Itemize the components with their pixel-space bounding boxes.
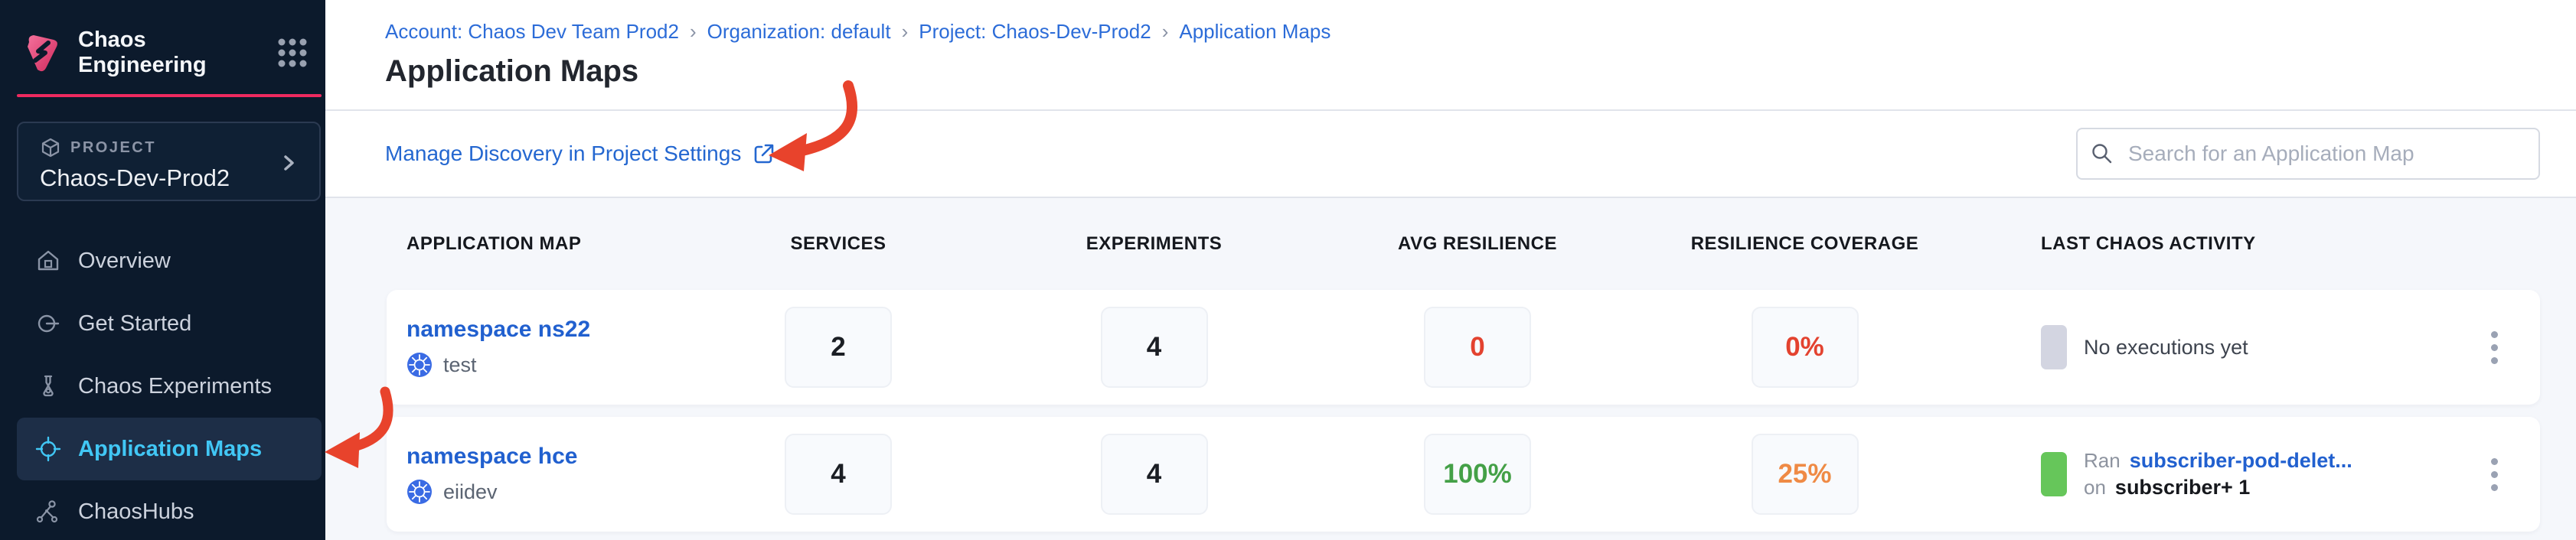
main-area: Account: Chaos Dev Team Prod2 › Organiza… bbox=[325, 0, 2576, 540]
sidebar-item-label: ChaosHubs bbox=[78, 499, 194, 525]
sidebar-item-chaos-experiments[interactable]: Chaos Experiments bbox=[17, 355, 322, 418]
app-title: Chaos Engineering bbox=[78, 28, 263, 78]
column-header-resilience-coverage: RESILIENCE COVERAGE bbox=[1642, 233, 1967, 255]
experiments-count-badge: 4 bbox=[1101, 307, 1208, 388]
column-header-application-map: APPLICATION MAP bbox=[387, 233, 681, 255]
breadcrumb-project[interactable]: Project: Chaos-Dev-Prod2 bbox=[919, 20, 1151, 44]
toolbar: Manage Discovery in Project Settings bbox=[325, 111, 2576, 198]
application-map-link[interactable]: namespace ns22 bbox=[406, 317, 681, 343]
manage-discovery-link[interactable]: Manage Discovery in Project Settings bbox=[385, 142, 776, 166]
project-selector[interactable]: PROJECT Chaos-Dev-Prod2 bbox=[17, 122, 321, 201]
column-header-last-chaos-activity: LAST CHAOS ACTIVITY bbox=[1967, 233, 2434, 255]
avg-resilience-badge: 0 bbox=[1424, 307, 1531, 388]
sidebar-item-label: Overview bbox=[78, 249, 171, 274]
activity-status-swatch bbox=[2041, 452, 2067, 496]
breadcrumb: Account: Chaos Dev Team Prod2 › Organiza… bbox=[385, 20, 2576, 44]
column-header-avg-resilience: AVG RESILIENCE bbox=[1313, 233, 1642, 255]
breadcrumb-organization[interactable]: Organization: default bbox=[707, 20, 891, 44]
avg-resilience-badge: 100% bbox=[1424, 434, 1531, 515]
flask-icon bbox=[35, 373, 61, 399]
breadcrumb-separator: › bbox=[690, 20, 697, 44]
breadcrumb-application-maps[interactable]: Application Maps bbox=[1179, 20, 1330, 44]
app-switcher-grid-icon[interactable] bbox=[276, 37, 309, 69]
activity-ran-label: Ran bbox=[2084, 449, 2121, 473]
application-maps-page: Chaos Engineering PROJECT Chaos-Dev-Prod… bbox=[0, 0, 2576, 540]
target-icon bbox=[35, 436, 61, 462]
manage-discovery-label: Manage Discovery in Project Settings bbox=[385, 142, 741, 166]
breadcrumb-separator: › bbox=[1162, 20, 1169, 44]
search-box bbox=[2076, 128, 2540, 180]
kubernetes-icon bbox=[406, 352, 433, 378]
page-header: Account: Chaos Dev Team Prod2 › Organiza… bbox=[325, 0, 2576, 111]
namespace-label: eiidev bbox=[443, 480, 498, 504]
activity-target: subscriber+ 1 bbox=[2115, 476, 2250, 499]
activity-on-label: on bbox=[2084, 476, 2106, 499]
application-map-link[interactable]: namespace hce bbox=[406, 444, 681, 470]
column-header-services: SERVICES bbox=[681, 233, 995, 255]
resilience-coverage-badge: 0% bbox=[1752, 307, 1859, 388]
sidebar-header: Chaos Engineering bbox=[0, 0, 325, 78]
row-menu-kebab-icon[interactable] bbox=[2483, 451, 2506, 499]
sidebar-item-get-started[interactable]: Get Started bbox=[17, 292, 322, 355]
row-menu-kebab-icon[interactable] bbox=[2483, 324, 2506, 372]
kubernetes-icon bbox=[406, 479, 433, 505]
table-row: namespace ns22 test 2 bbox=[387, 290, 2540, 405]
project-label: PROJECT bbox=[70, 139, 156, 157]
breadcrumb-separator: › bbox=[902, 20, 909, 44]
activity-text: No executions yet bbox=[2084, 336, 2248, 359]
table-row: namespace hce eiidev 4 bbox=[387, 417, 2540, 532]
sidebar: Chaos Engineering PROJECT Chaos-Dev-Prod… bbox=[0, 0, 325, 540]
resilience-coverage-badge: 25% bbox=[1752, 434, 1859, 515]
column-header-experiments: EXPERIMENTS bbox=[995, 233, 1313, 255]
page-title: Application Maps bbox=[385, 54, 2576, 89]
external-link-icon bbox=[752, 142, 776, 166]
services-count-badge: 4 bbox=[785, 434, 892, 515]
sidebar-item-label: Get Started bbox=[78, 311, 191, 337]
services-count-badge: 2 bbox=[785, 307, 892, 388]
breadcrumb-account[interactable]: Account: Chaos Dev Team Prod2 bbox=[385, 20, 679, 44]
namespace-label: test bbox=[443, 353, 477, 377]
sidebar-item-overview[interactable]: Overview bbox=[17, 229, 322, 292]
sidebar-accent-divider bbox=[17, 94, 322, 97]
home-icon bbox=[35, 248, 61, 274]
activity-status-swatch bbox=[2041, 325, 2067, 369]
sidebar-nav: Overview Get Started Chaos Experiments bbox=[0, 229, 325, 540]
activity-experiment-link[interactable]: subscriber-pod-delet... bbox=[2130, 449, 2352, 473]
harness-chaos-logo-icon bbox=[20, 30, 63, 76]
sidebar-item-label: Chaos Experiments bbox=[78, 374, 272, 399]
get-started-icon bbox=[35, 311, 61, 337]
search-icon bbox=[2090, 142, 2114, 166]
hub-icon bbox=[35, 499, 61, 525]
search-input[interactable] bbox=[2076, 128, 2540, 180]
sidebar-item-label: Application Maps bbox=[78, 437, 262, 462]
table-header-row: APPLICATION MAP SERVICES EXPERIMENTS AVG… bbox=[387, 198, 2540, 290]
chevron-right-icon bbox=[278, 152, 299, 174]
sidebar-item-chaoshubs[interactable]: ChaosHubs bbox=[17, 480, 322, 540]
sidebar-item-application-maps[interactable]: Application Maps bbox=[17, 418, 322, 480]
experiments-count-badge: 4 bbox=[1101, 434, 1208, 515]
cube-icon bbox=[40, 137, 61, 158]
